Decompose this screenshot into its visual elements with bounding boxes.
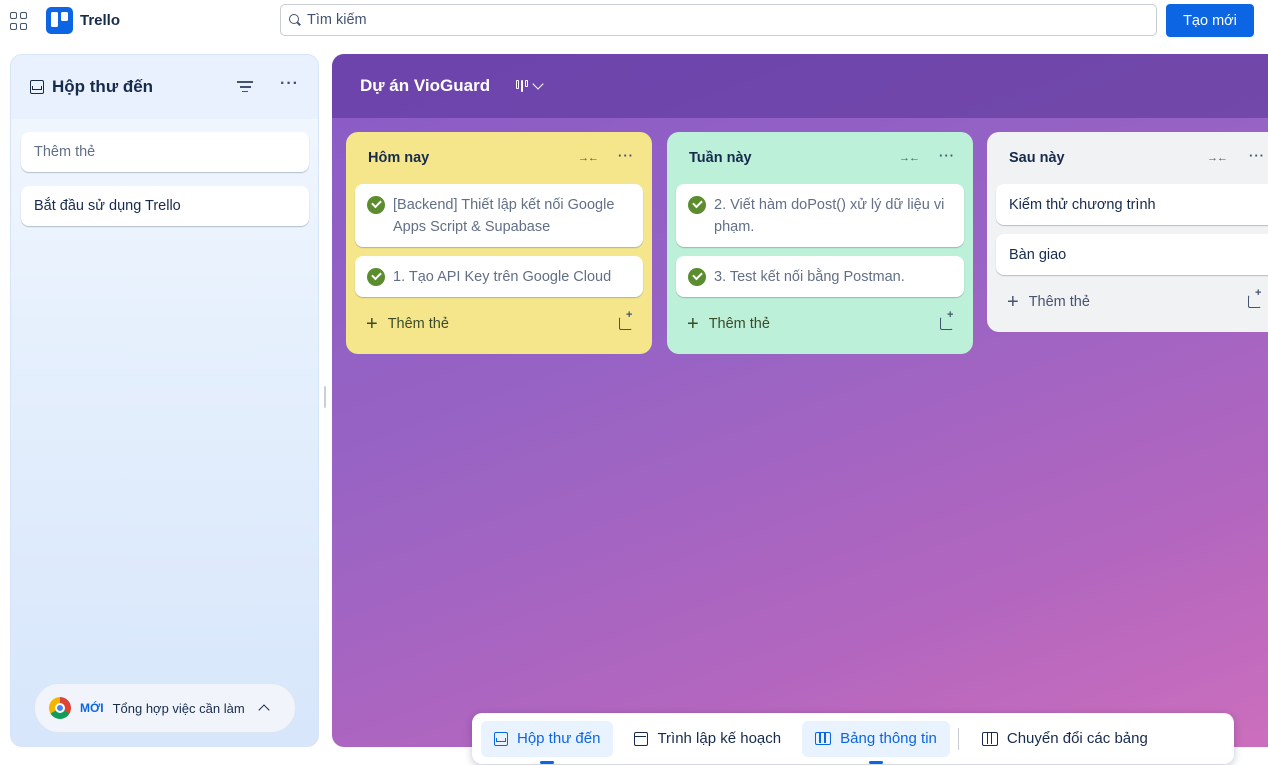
check-complete-icon[interactable] bbox=[367, 196, 385, 214]
inbox-header: Hộp thư đến ··· bbox=[11, 55, 318, 119]
inbox-more-icon[interactable]: ··· bbox=[280, 75, 299, 93]
board-title[interactable]: Dự án VioGuard bbox=[360, 76, 490, 96]
list-card[interactable]: 2. Viết hàm doPost() xử lý dữ liệu vi ph… bbox=[676, 184, 964, 247]
filter-icon[interactable] bbox=[237, 81, 253, 93]
list-header[interactable]: Tuần này →← ··· bbox=[667, 132, 973, 184]
chevron-down-icon bbox=[531, 78, 544, 90]
nav-board[interactable]: Bảng thông tin bbox=[802, 720, 950, 764]
list-title: Tuần này bbox=[689, 150, 752, 166]
check-complete-icon[interactable] bbox=[688, 268, 706, 286]
new-badge: MỚI bbox=[80, 701, 104, 715]
list-card[interactable]: Bàn giao bbox=[996, 234, 1268, 275]
inbox-card[interactable]: Bắt đầu sử dụng Trello bbox=[21, 186, 309, 226]
list-card[interactable]: Kiểm thử chương trình bbox=[996, 184, 1268, 225]
card-title: 2. Viết hàm doPost() xử lý dữ liệu vi ph… bbox=[714, 197, 945, 235]
list-title: Hôm nay bbox=[368, 150, 430, 166]
collapse-list-icon[interactable]: →← bbox=[578, 152, 599, 164]
check-complete-icon[interactable] bbox=[367, 268, 385, 286]
list-tuan-nay: Tuần này →← ··· 2. Viết hàm doPost() xử … bbox=[667, 132, 973, 354]
list-more-icon[interactable]: ··· bbox=[618, 148, 634, 163]
list-sau-nay: Sau này →← ··· Kiểm thử chương trình Bàn… bbox=[987, 132, 1268, 332]
nav-switch-boards[interactable]: Chuyển đổi các bảng bbox=[969, 721, 1161, 757]
nav-switch-boards-label: Chuyển đổi các bảng bbox=[1006, 730, 1148, 747]
switch-boards-icon bbox=[981, 731, 998, 746]
todo-summary-button[interactable]: MỚI Tổng hợp việc cần làm bbox=[34, 683, 296, 733]
inbox-add-card-input[interactable]: Thêm thẻ bbox=[21, 132, 309, 172]
inbox-icon bbox=[494, 731, 508, 746]
top-bar: Trello Tạo mới bbox=[0, 0, 1268, 42]
card-title: [Backend] Thiết lập kết nối Google Apps … bbox=[393, 197, 615, 235]
board: Dự án VioGuard Hôm nay →← ··· [Backend] … bbox=[332, 54, 1268, 747]
plus-icon: + bbox=[687, 313, 699, 335]
nav-planner[interactable]: Trình lập kế hoạch bbox=[621, 721, 794, 757]
list-more-icon[interactable]: ··· bbox=[939, 148, 955, 163]
inbox-panel: Hộp thư đến ··· Thêm thẻ Bắt đầu sử dụng… bbox=[10, 54, 319, 747]
chevron-up-icon bbox=[258, 704, 270, 716]
list-hom-nay: Hôm nay →← ··· [Backend] Thiết lập kết n… bbox=[346, 132, 652, 354]
list-header[interactable]: Sau này →← ··· bbox=[987, 132, 1268, 184]
list-more-icon[interactable]: ··· bbox=[1249, 148, 1265, 163]
chrome-icon bbox=[49, 697, 71, 719]
collapse-list-icon[interactable]: →← bbox=[899, 152, 920, 164]
add-card-label: Thêm thẻ bbox=[387, 316, 449, 332]
nav-inbox[interactable]: Hộp thư đến bbox=[481, 720, 614, 764]
add-card-button[interactable]: + Thêm thẻ bbox=[346, 306, 652, 342]
calendar-icon bbox=[634, 731, 649, 746]
card-template-icon[interactable] bbox=[1248, 287, 1261, 308]
create-button[interactable]: Tạo mới bbox=[1166, 4, 1254, 37]
add-card-label: Thêm thẻ bbox=[708, 316, 770, 332]
inbox-icon bbox=[30, 80, 44, 94]
inbox-title: Hộp thư đến bbox=[52, 77, 154, 96]
board-icon bbox=[815, 732, 832, 745]
app-name: Trello bbox=[80, 11, 121, 29]
nav-planner-label: Trình lập kế hoạch bbox=[657, 730, 782, 747]
plus-icon: + bbox=[1007, 291, 1019, 313]
add-card-button[interactable]: + Thêm thẻ bbox=[667, 306, 973, 342]
panel-resize-handle[interactable] bbox=[324, 386, 326, 408]
trello-logo[interactable]: Trello bbox=[46, 6, 121, 34]
list-card[interactable]: 3. Test kết nối bằng Postman. bbox=[676, 256, 964, 297]
card-title: 3. Test kết nối bằng Postman. bbox=[714, 269, 905, 285]
bottom-navigation: Hộp thư đến Trình lập kế hoạch Bảng thôn… bbox=[472, 713, 1234, 764]
plus-icon: + bbox=[366, 313, 378, 335]
list-card[interactable]: [Backend] Thiết lập kết nối Google Apps … bbox=[355, 184, 643, 247]
add-card-button[interactable]: + Thêm thẻ bbox=[987, 284, 1268, 320]
search-box[interactable] bbox=[280, 4, 1157, 36]
card-title: Bàn giao bbox=[1009, 247, 1067, 263]
board-view-switcher[interactable] bbox=[516, 78, 544, 92]
collapse-list-icon[interactable]: →← bbox=[1207, 152, 1228, 164]
add-card-label: Thêm thẻ bbox=[1028, 294, 1090, 310]
card-title: Kiểm thử chương trình bbox=[1009, 197, 1156, 213]
list-title: Sau này bbox=[1009, 150, 1065, 166]
todo-summary-label: Tổng hợp việc cần làm bbox=[112, 700, 245, 716]
search-input[interactable] bbox=[307, 12, 1127, 28]
list-header[interactable]: Hôm nay →← ··· bbox=[346, 132, 652, 184]
nav-board-label: Bảng thông tin bbox=[840, 730, 937, 747]
search-icon bbox=[289, 14, 301, 26]
trello-logo-icon bbox=[46, 6, 73, 34]
list-card[interactable]: 1. Tạo API Key trên Google Cloud bbox=[355, 256, 643, 297]
board-view-icon bbox=[516, 80, 528, 92]
nav-inbox-label: Hộp thư đến bbox=[517, 730, 601, 747]
card-title: 1. Tạo API Key trên Google Cloud bbox=[393, 269, 612, 285]
card-template-icon[interactable] bbox=[619, 309, 632, 330]
check-complete-icon[interactable] bbox=[688, 196, 706, 214]
card-template-icon[interactable] bbox=[940, 309, 953, 330]
app-switcher-icon[interactable] bbox=[10, 12, 28, 30]
board-header: Dự án VioGuard bbox=[332, 54, 1268, 118]
nav-divider bbox=[957, 727, 959, 750]
